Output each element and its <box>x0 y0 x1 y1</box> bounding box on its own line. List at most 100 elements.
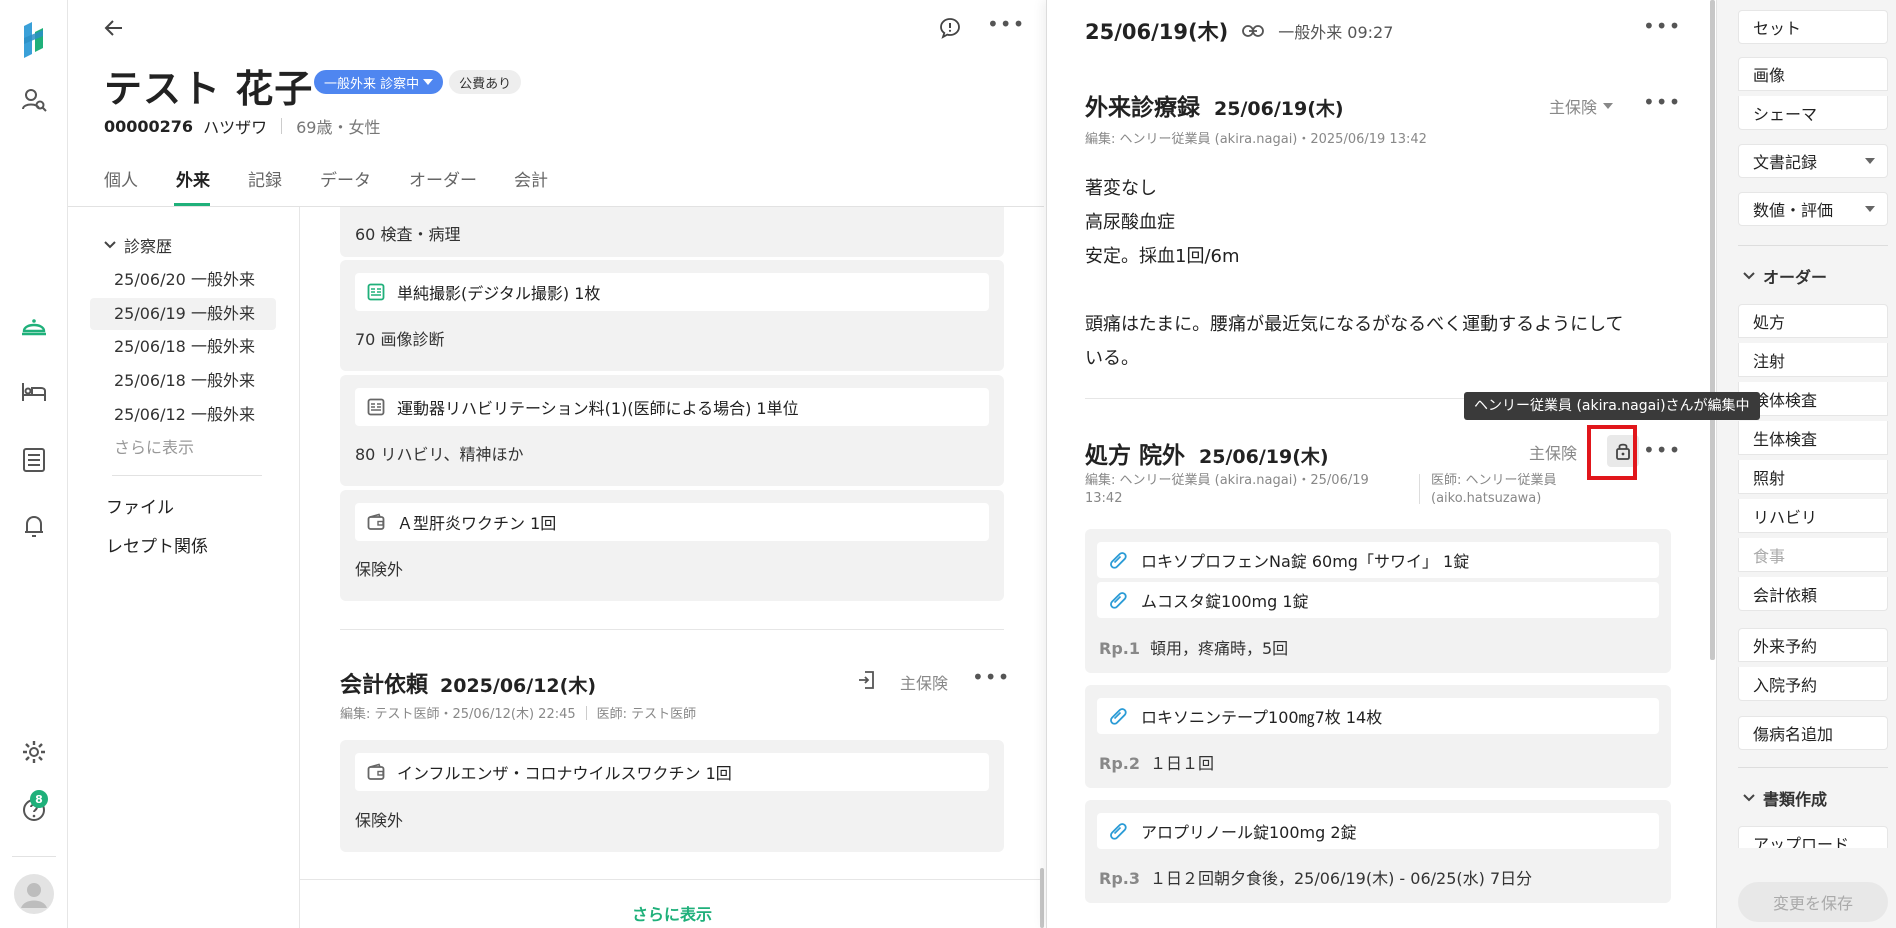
drug-row[interactable]: アロプリノール錠100mg 2錠 <box>1097 813 1659 849</box>
rp-label: Rp.3 <box>1099 869 1140 888</box>
add-disease-button[interactable]: 傷病名追加 <box>1738 716 1888 750</box>
note-more-menu[interactable]: ••• <box>1643 90 1681 114</box>
records-list-icon[interactable] <box>10 438 58 482</box>
divider <box>281 118 283 134</box>
order-injection[interactable]: 注射 <box>1738 343 1888 377</box>
order-category: 保険外 <box>355 560 404 579</box>
alert-bubble-icon[interactable] <box>938 16 962 40</box>
patient-search-icon[interactable] <box>10 78 58 122</box>
rp-card: ロキソプロフェンNa錠 60mg「サワイ」 1錠 ムコスタ錠100mg 1錠 R… <box>1085 529 1671 673</box>
user-avatar[interactable] <box>10 872 58 916</box>
numeric-eval-label: 数値・評価 <box>1753 201 1834 220</box>
history-item[interactable]: 25/06/12 一般外来 <box>90 399 276 431</box>
order-specimen-test[interactable]: 検体検査 <box>1738 382 1888 416</box>
visit-status-label: 一般外来 診察中 <box>324 76 420 92</box>
history-toggle[interactable]: 診察歴 <box>104 233 172 257</box>
settings-gear-icon[interactable] <box>10 730 58 774</box>
link-icon[interactable] <box>1242 24 1265 38</box>
history-item[interactable]: 25/06/18 一般外来 <box>90 331 276 363</box>
drug-row[interactable]: ロキソプロフェンNa錠 60mg「サワイ」 1錠 <box>1097 542 1659 578</box>
divider <box>1738 245 1888 246</box>
back-arrow-icon[interactable] <box>102 16 126 40</box>
order-meal: 食事 <box>1738 538 1888 572</box>
outpatient-bell-icon[interactable] <box>10 304 58 348</box>
set-button[interactable]: セット <box>1738 10 1888 44</box>
rp-card: アロプリノール錠100mg 2錠 Rp.3 １日２回朝夕食後，25/06/19(木… <box>1085 800 1671 903</box>
order-billing-request[interactable]: 会計依頼 <box>1738 577 1888 611</box>
divider <box>300 879 1044 880</box>
note-line: 安定。採血1回/6m <box>1085 246 1240 267</box>
order-section-toggle[interactable]: オーダー <box>1743 264 1827 288</box>
record-more-menu[interactable]: ••• <box>1643 14 1681 38</box>
rx-doctor-meta: 医師: ヘンリー従業員 <box>1431 473 1557 488</box>
tab-personal[interactable]: 個人 <box>104 166 138 191</box>
receipt-link[interactable]: レセプト関係 <box>106 532 208 557</box>
docs-section-toggle[interactable]: 書類作成 <box>1743 786 1827 810</box>
order-item-row[interactable]: 運動器リハビリテーション料(1)(医師による場合) 1単位 <box>355 388 989 426</box>
numeric-eval-dropdown[interactable]: 数値・評価 <box>1738 192 1888 226</box>
notification-bell-icon[interactable] <box>10 504 58 548</box>
history-item[interactable]: 25/06/20 一般外来 <box>90 264 276 296</box>
rail-divider <box>12 856 56 857</box>
drug-row[interactable]: ロキソニンテープ100㎎7枚 14枚 <box>1097 698 1659 734</box>
drug-row[interactable]: ムコスタ錠100mg 1錠 <box>1097 582 1659 618</box>
order-category: 保険外 <box>355 811 404 830</box>
order-item-row[interactable]: 単純撮影(デジタル撮影) 1枚 <box>355 273 989 311</box>
note-title: 外来診療録 <box>1085 95 1200 121</box>
note-line: 著変なし <box>1085 178 1157 199</box>
rx-insurance[interactable]: 主保険 <box>1529 440 1577 464</box>
order-category: 60 検査・病理 <box>355 225 461 244</box>
upload-button[interactable]: アップロード <box>1738 826 1888 848</box>
rp-usage-line: Rp.3 １日２回朝夕食後，25/06/19(木) - 06/25(水) 7日分 <box>1099 865 1532 889</box>
public-expense-badge: 公費あり <box>449 70 522 94</box>
billing-more-menu[interactable]: ••• <box>972 665 1010 689</box>
wallet-icon <box>367 513 385 530</box>
rx-doctor-meta-id: (aiko.hatsuzawa) <box>1431 491 1542 506</box>
rp-usage-line: Rp.1 頓用，疼痛時，5回 <box>1099 635 1288 659</box>
tab-billing[interactable]: 会計 <box>514 166 548 191</box>
history-item[interactable]: 25/06/18 一般外来 <box>90 365 276 397</box>
note-insurance-select[interactable]: 主保険 <box>1549 94 1614 118</box>
admission-booking-button[interactable]: 入院予約 <box>1738 667 1888 701</box>
billing-insurance[interactable]: 主保険 <box>900 670 948 694</box>
schema-button[interactable]: シェーマ <box>1738 96 1888 130</box>
inpatient-bed-icon[interactable] <box>10 370 58 414</box>
note-insurance-label: 主保険 <box>1549 98 1598 117</box>
order-prescription[interactable]: 処方 <box>1738 304 1888 338</box>
docs-section-label: 書類作成 <box>1763 790 1828 809</box>
tab-orders[interactable]: オーダー <box>409 166 477 191</box>
tab-outpatient[interactable]: 外来 <box>176 166 210 191</box>
order-rehab[interactable]: リハビリ <box>1738 499 1888 533</box>
tools-sidebar: セット 画像 シェーマ 文書記録 数値・評価 オーダー 処方 注射 検体検査 生… <box>1716 0 1896 928</box>
rx-more-menu[interactable]: ••• <box>1643 438 1681 462</box>
divider <box>1738 767 1888 768</box>
billing-send-icon[interactable] <box>856 669 878 691</box>
image-button[interactable]: 画像 <box>1738 57 1888 91</box>
billing-title: 会計依頼 <box>340 673 429 698</box>
outpatient-booking-button[interactable]: 外来予約 <box>1738 628 1888 662</box>
order-card: 運動器リハビリテーション料(1)(医師による場合) 1単位 80 リハビリ、精神… <box>340 375 1004 486</box>
pill-icon <box>1110 552 1127 569</box>
middle-scrollbar[interactable] <box>1040 868 1044 928</box>
note-line: いる。 <box>1085 348 1139 369</box>
history-show-more[interactable]: さらに表示 <box>90 432 276 464</box>
lock-tooltip: ヘンリー従業員 (akira.nagai)さんが編集中 <box>1464 392 1760 420</box>
lock-highlight-box <box>1587 425 1637 480</box>
order-radiation[interactable]: 照射 <box>1738 460 1888 494</box>
document-record-dropdown[interactable]: 文書記録 <box>1738 144 1888 178</box>
order-item-row[interactable]: インフルエンザ・コロナウイルスワクチン 1回 <box>355 753 989 791</box>
show-more-button[interactable]: さらに表示 <box>300 901 1044 925</box>
app-logo-icon[interactable] <box>10 16 58 60</box>
visit-status-pill[interactable]: 一般外来 診察中 <box>314 70 444 94</box>
patient-name: テスト 花子 <box>104 67 314 111</box>
record-scrollbar[interactable] <box>1710 0 1715 660</box>
order-item-row[interactable]: Ａ型肝炎ワクチン 1回 <box>355 503 989 541</box>
tab-data[interactable]: データ <box>320 166 371 191</box>
order-physiological-test[interactable]: 生体検査 <box>1738 421 1888 455</box>
patient-more-menu[interactable]: ••• <box>987 12 1025 36</box>
divider <box>340 629 1004 630</box>
rehab-icon <box>367 398 385 416</box>
tab-records[interactable]: 記録 <box>248 166 282 191</box>
history-item-selected[interactable]: 25/06/19 一般外来 <box>90 298 276 330</box>
files-link[interactable]: ファイル <box>106 493 174 518</box>
